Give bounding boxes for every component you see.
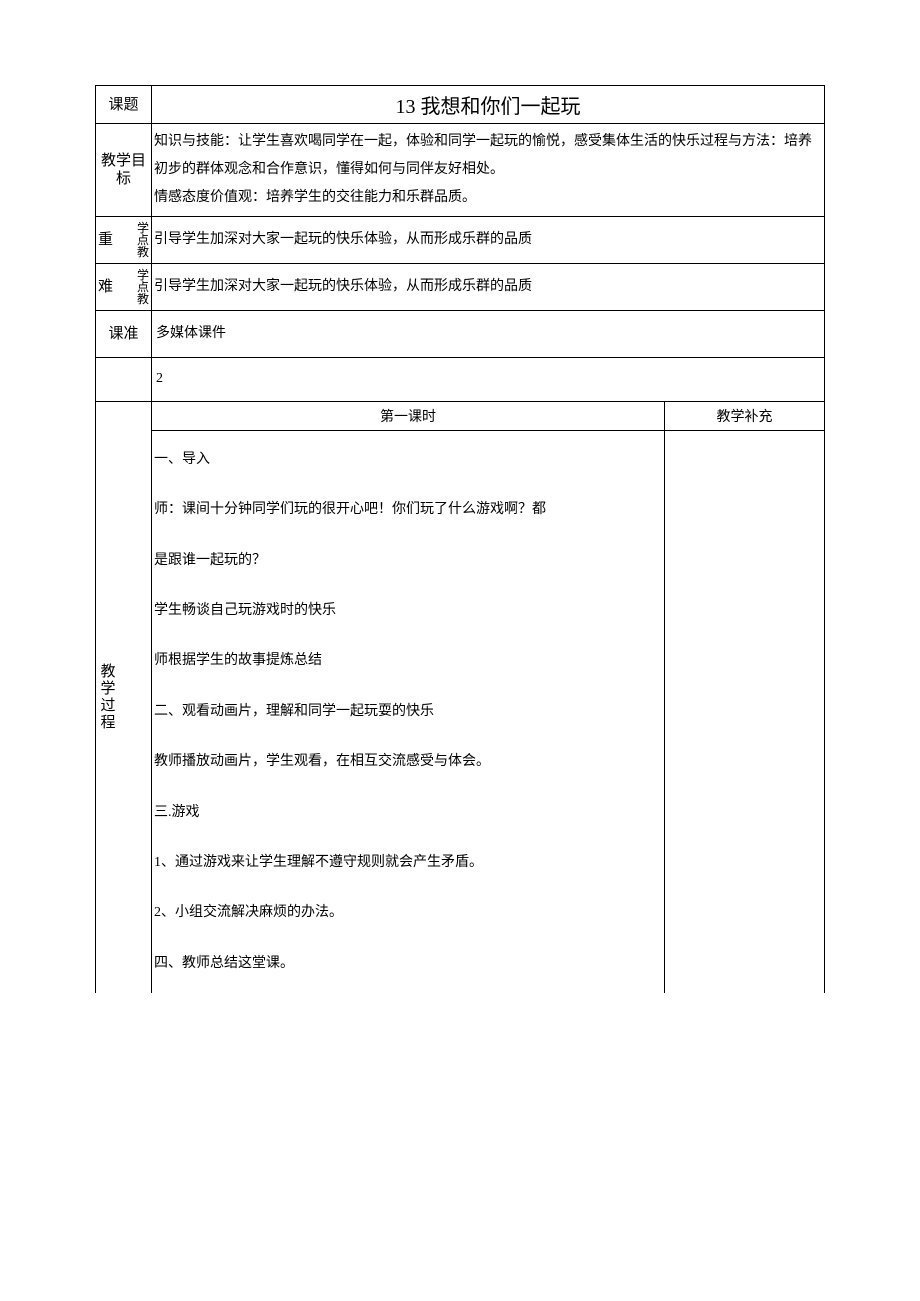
process-line: 教师播放动画片，学生观看，在相互交流感受与体会。: [154, 737, 662, 787]
goal-text: 知识与技能：让学生喜欢喝同学在一起，体验和同学一起玩的愉悦，感受集体生活的快乐过…: [152, 124, 825, 217]
process-line: 学生畅谈自己玩游戏时的快乐: [154, 586, 662, 636]
row-prep: 课准 多媒体课件: [96, 311, 825, 358]
periods-text: 2: [152, 358, 825, 401]
label-goal: 教学目 标: [96, 124, 152, 217]
row-difficult: 难 学点教 引导学生加深对大家一起玩的快乐体验，从而形成乐群的品质: [96, 264, 825, 311]
label-difficult: 难 学点教: [96, 264, 152, 311]
process-line: 三.游戏: [154, 788, 662, 838]
lesson1-header: 第一课时: [152, 401, 665, 430]
process-line: 师根据学生的故事提炼总结: [154, 636, 662, 686]
lesson-plan-table: 课题 13 我想和你们一起玩 教学目 标 知识与技能：让学生喜欢喝同学在一起，体…: [95, 85, 825, 993]
important-text: 引导学生加深对大家一起玩的快乐体验，从而形成乐群的品质: [152, 217, 825, 264]
row-process-body: 一、导入 师：课间十分钟同学们玩的很开心吧！你们玩了什么游戏啊？都 是跟谁一起玩…: [96, 430, 825, 993]
process-line: 1、通过游戏来让学生理解不遵守规则就会产生矛盾。: [154, 838, 662, 888]
supplement-header: 教学补充: [665, 401, 825, 430]
row-periods: 2: [96, 358, 825, 401]
row-goal: 教学目 标 知识与技能：让学生喜欢喝同学在一起，体验和同学一起玩的愉悦，感受集体…: [96, 124, 825, 217]
prep-text: 多媒体课件: [152, 311, 825, 358]
title: 13 我想和你们一起玩: [152, 86, 825, 124]
label-prep: 课准: [96, 311, 152, 358]
difficult-text: 引导学生加深对大家一起玩的快乐体验，从而形成乐群的品质: [152, 264, 825, 311]
supplement-body: [665, 430, 825, 993]
process-body: 一、导入 师：课间十分钟同学们玩的很开心吧！你们玩了什么游戏啊？都 是跟谁一起玩…: [152, 430, 665, 993]
row-title: 课题 13 我想和你们一起玩: [96, 86, 825, 124]
label-topic: 课题: [96, 86, 152, 124]
label-process: 教学过程: [96, 401, 152, 993]
label-important: 重 学点教: [96, 217, 152, 264]
label-periods: [96, 358, 152, 401]
process-line: 2、小组交流解决麻烦的办法。: [154, 888, 662, 938]
process-line: 二、观看动画片，理解和同学一起玩耍的快乐: [154, 687, 662, 737]
process-line: 四、教师总结这堂课。: [154, 939, 662, 989]
process-line: 是跟谁一起玩的？: [154, 536, 662, 586]
row-subheader: 教学过程 第一课时 教学补充: [96, 401, 825, 430]
row-important: 重 学点教 引导学生加深对大家一起玩的快乐体验，从而形成乐群的品质: [96, 217, 825, 264]
process-line: 一、导入: [154, 435, 662, 485]
process-line: 师：课间十分钟同学们玩的很开心吧！你们玩了什么游戏啊？都: [154, 485, 662, 535]
